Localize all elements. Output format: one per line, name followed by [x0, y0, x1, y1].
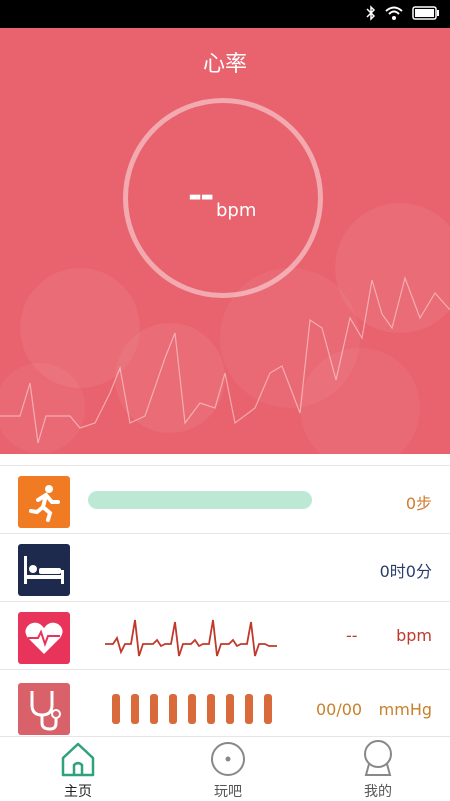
- tab-home-label: 主页: [64, 784, 92, 800]
- heart-rate-panel: 心率 -- bpm: [0, 28, 450, 454]
- blood-pressure-unit: mmHg: [378, 700, 432, 719]
- status-bar: [0, 0, 450, 28]
- blood-pressure-row[interactable]: 00/00 mmHg: [0, 669, 450, 738]
- tab-play-label: 玩吧: [214, 784, 242, 800]
- ecg-wave-graphic: [105, 619, 277, 657]
- sleep-row[interactable]: 0时0分: [0, 533, 450, 602]
- tab-profile[interactable]: 我的: [338, 737, 418, 801]
- profile-icon: [364, 740, 392, 776]
- heart-rate-value: --: [188, 176, 214, 216]
- tab-home[interactable]: 主页: [38, 737, 118, 801]
- steps-value: 0步: [405, 494, 432, 513]
- home-icon: [61, 742, 95, 777]
- bottom-tab-bar: 主页 玩吧 我的: [0, 736, 450, 801]
- bluetooth-icon: [366, 5, 376, 21]
- play-icon: [211, 742, 245, 776]
- stethoscope-icon: [18, 683, 70, 735]
- steps-progress-bar: [88, 491, 312, 509]
- steps-row[interactable]: 0步: [0, 465, 450, 534]
- page-title: 心率: [202, 52, 247, 77]
- blood-pressure-bars: [112, 694, 272, 724]
- wifi-icon: [385, 6, 403, 20]
- blood-pressure-value: 00/00: [316, 700, 363, 719]
- tab-profile-label: 我的: [364, 784, 392, 800]
- status-icons: [366, 5, 440, 21]
- bed-icon: [18, 544, 70, 596]
- heart-rate-row[interactable]: -- bpm: [0, 601, 450, 670]
- heart-rate-unit: bpm: [216, 200, 257, 221]
- battery-icon: [412, 6, 439, 20]
- tab-play[interactable]: 玩吧: [188, 737, 268, 801]
- heart-ecg-icon: [18, 612, 70, 664]
- running-icon: [18, 476, 70, 528]
- heart-rate-row-unit: bpm: [396, 626, 432, 645]
- sleep-value: 0时0分: [379, 562, 432, 581]
- heart-rate-ring: [123, 98, 323, 298]
- heart-rate-row-value: --: [346, 626, 358, 645]
